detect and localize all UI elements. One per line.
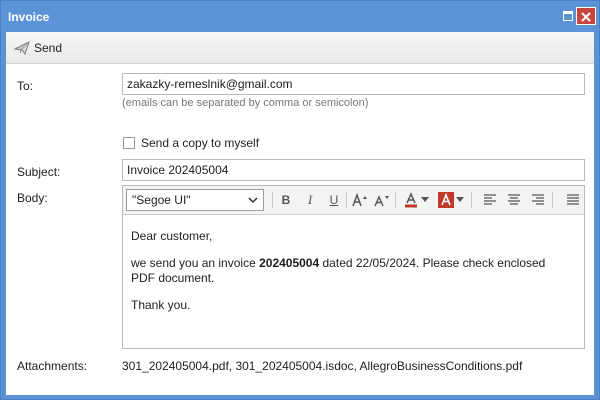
- send-button[interactable]: Send: [10, 38, 66, 58]
- to-label: To:: [17, 79, 34, 93]
- dialog-content: Send To: (emails can be separated by com…: [6, 32, 594, 395]
- align-center-icon: [508, 194, 520, 205]
- caret-down-icon: [456, 197, 464, 202]
- font-color-button[interactable]: [401, 190, 421, 210]
- toolbar-separator: [395, 192, 396, 208]
- attachments-list: 301_202405004.pdf, 301_202405004.isdoc, …: [122, 359, 523, 373]
- align-left-icon: [484, 194, 496, 205]
- close-icon: [581, 12, 591, 22]
- caret-down-icon: [421, 197, 429, 202]
- body-editor[interactable]: "Segoe UI" B I U Dear customer, we send …: [122, 185, 585, 349]
- font-color-icon: [405, 192, 417, 208]
- body-label: Body:: [17, 191, 48, 205]
- body-invoice-number: 202405004: [259, 256, 320, 270]
- font-family-select[interactable]: "Segoe UI": [126, 189, 264, 211]
- maximize-icon: [563, 11, 573, 21]
- toolbar: Send: [6, 32, 594, 64]
- maximize-button[interactable]: [559, 7, 577, 25]
- font-family-value: "Segoe UI": [132, 193, 191, 207]
- editor-toolbar: "Segoe UI" B I U: [123, 186, 584, 215]
- body-content[interactable]: Dear customer, we send you an invoice 20…: [131, 229, 571, 325]
- to-field[interactable]: [122, 73, 585, 95]
- copy-to-myself-label: Send a copy to myself: [141, 136, 260, 150]
- font-size-decrease-icon: [374, 195, 389, 207]
- copy-to-myself-row[interactable]: Send a copy to myself: [123, 136, 259, 150]
- toolbar-separator: [346, 192, 347, 208]
- invoice-window: Invoice Send To: (emails can be separate…: [0, 0, 600, 400]
- align-right-icon: [532, 194, 544, 205]
- window-title: Invoice: [8, 10, 50, 24]
- bold-button[interactable]: B: [276, 190, 296, 210]
- toolbar-separator: [272, 192, 273, 208]
- underline-button[interactable]: U: [324, 190, 344, 210]
- font-color-dropdown[interactable]: [419, 190, 431, 210]
- chevron-down-icon: [248, 197, 258, 204]
- title-bar[interactable]: Invoice: [1, 1, 599, 32]
- align-center-button[interactable]: [504, 190, 524, 210]
- justify-button[interactable]: [563, 190, 583, 210]
- decrease-font-button[interactable]: [372, 190, 392, 210]
- increase-font-button[interactable]: [350, 190, 370, 210]
- body-line-prefix: we send you an invoice: [131, 256, 260, 270]
- highlight-color-icon: [438, 192, 454, 208]
- body-closing: Thank you.: [131, 298, 191, 312]
- align-left-button[interactable]: [480, 190, 500, 210]
- align-right-button[interactable]: [528, 190, 548, 210]
- copy-to-myself-checkbox[interactable]: [123, 137, 135, 149]
- highlight-color-dropdown[interactable]: [454, 190, 466, 210]
- italic-button[interactable]: I: [300, 190, 320, 210]
- toolbar-separator: [471, 192, 472, 208]
- toolbar-separator: [552, 192, 553, 208]
- attachments-label: Attachments:: [17, 359, 88, 373]
- body-greeting: Dear customer,: [131, 229, 213, 243]
- align-justify-icon: [567, 194, 579, 205]
- subject-field[interactable]: [122, 159, 585, 181]
- close-button[interactable]: [576, 7, 596, 25]
- send-button-label: Send: [34, 41, 63, 55]
- body-paragraph: we send you an invoice 202405004 dated 2…: [131, 256, 571, 286]
- subject-label: Subject:: [17, 165, 61, 179]
- to-hint: (emails can be separated by comma or sem…: [122, 97, 369, 109]
- send-plane-icon: [14, 41, 30, 56]
- highlight-color-button[interactable]: [436, 190, 456, 210]
- font-size-increase-icon: [352, 193, 367, 207]
